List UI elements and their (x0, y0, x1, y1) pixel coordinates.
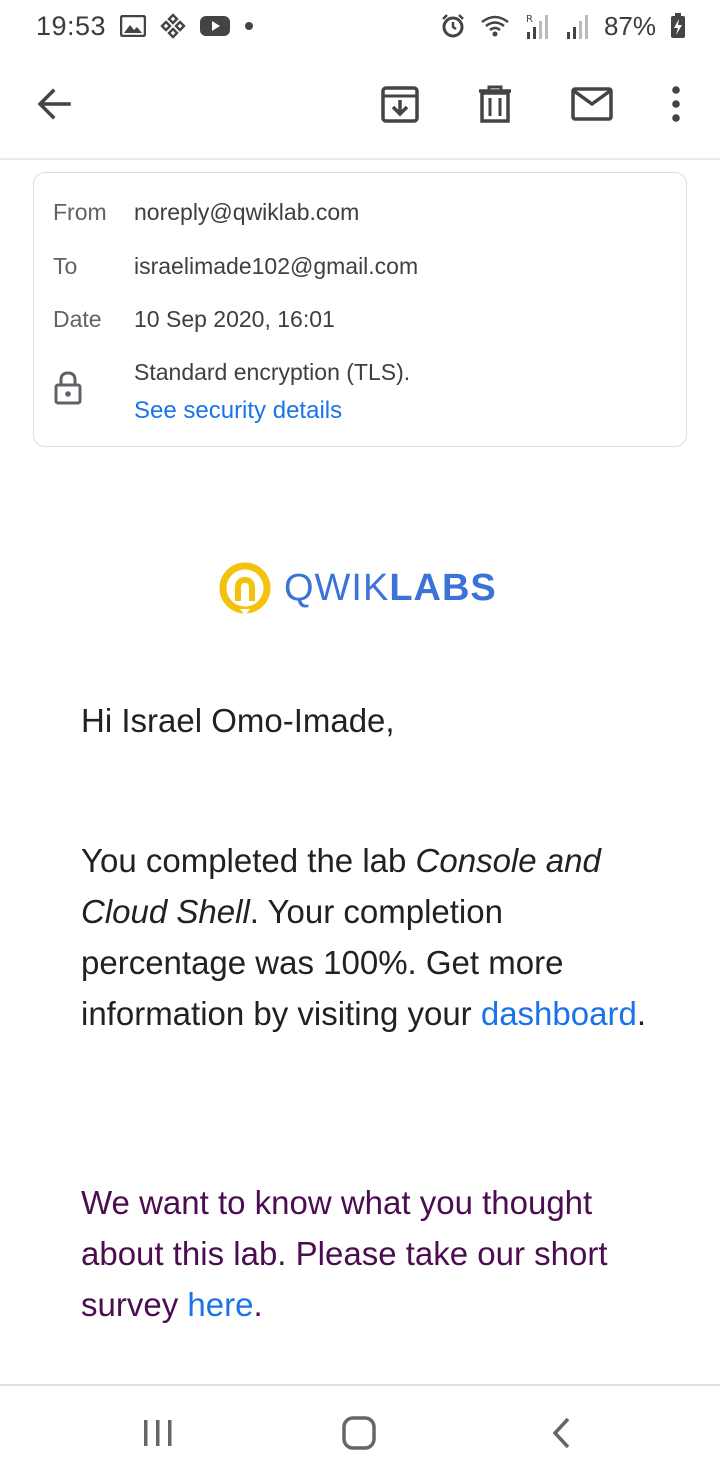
youtube-icon (200, 15, 231, 37)
qwiklabs-logo: QWIKLABS (218, 560, 497, 616)
back-button[interactable] (28, 78, 80, 130)
archive-button[interactable] (374, 78, 426, 130)
svg-text:R: R (526, 14, 533, 25)
to-label: To (53, 253, 78, 279)
mail-icon (571, 87, 613, 121)
survey-here-link[interactable]: here (187, 1286, 253, 1323)
see-security-details-link[interactable]: See security details (134, 397, 342, 425)
battery-percent: 87% (603, 10, 656, 41)
dashboard-link[interactable]: dashboard (481, 995, 637, 1032)
logo-text-qwik: QWIK (284, 566, 390, 609)
image-icon (120, 15, 147, 37)
p2-text-end: . (253, 1286, 263, 1323)
archive-icon (381, 86, 419, 123)
from-value[interactable]: noreply@qwiklab.com (134, 199, 359, 226)
home-button[interactable] (329, 1408, 389, 1458)
toolbar (0, 62, 720, 146)
qwiklabs-wordmark: QWIKLABS (284, 567, 497, 610)
mark-unread-button[interactable] (566, 78, 618, 130)
delete-icon (479, 85, 511, 123)
status-time: 19:53 (36, 10, 107, 41)
binance-icon (160, 13, 186, 39)
lock-icon (54, 371, 82, 410)
logo-text-labs: LABS (389, 566, 497, 609)
nav-back-button[interactable] (532, 1408, 592, 1458)
back-arrow-icon (37, 88, 71, 120)
p1-text-a: You completed the lab (81, 842, 416, 879)
email-screen: 19:53 R 87% From noreply@qwiklab.com To … (0, 0, 720, 1480)
p2-text-a: We want to know what you thought about t… (81, 1184, 608, 1323)
status-left: 19:53 (36, 11, 254, 42)
survey-paragraph: We want to know what you thought about t… (81, 1177, 661, 1330)
navigation-bar (0, 1386, 720, 1480)
greeting: Hi Israel Omo-Imade, (81, 702, 395, 739)
signal-icon (564, 12, 590, 40)
date-value: 10 Sep 2020, 16:01 (134, 306, 335, 332)
signal-r-icon: R (524, 12, 550, 40)
p1-text-end: . (636, 995, 646, 1032)
home-icon (342, 1416, 376, 1450)
qwiklabs-logo-icon (219, 562, 271, 615)
recent-apps-icon (144, 1420, 172, 1446)
dot-icon (244, 21, 254, 31)
back-icon (552, 1417, 570, 1449)
from-label: From (53, 199, 107, 225)
status-bar: 19:53 R 87% (0, 0, 720, 52)
recent-apps-button[interactable] (128, 1408, 188, 1458)
more-options-button[interactable] (650, 78, 702, 130)
status-right: R 87% (440, 11, 686, 42)
alarm-icon (440, 13, 466, 39)
encryption-text: Standard encryption (TLS). (134, 359, 411, 385)
more-vert-icon (672, 86, 680, 122)
delete-button[interactable] (469, 78, 521, 130)
toolbar-divider (0, 158, 720, 160)
completion-paragraph: You completed the lab Console and Cloud … (81, 835, 661, 1039)
to-value[interactable]: israelimade102@gmail.com (134, 253, 418, 280)
date-label: Date (53, 306, 102, 332)
message-details-card: From noreply@qwiklab.com To israelimade1… (33, 172, 687, 447)
wifi-icon (480, 14, 510, 38)
battery-charging-icon (670, 13, 686, 39)
